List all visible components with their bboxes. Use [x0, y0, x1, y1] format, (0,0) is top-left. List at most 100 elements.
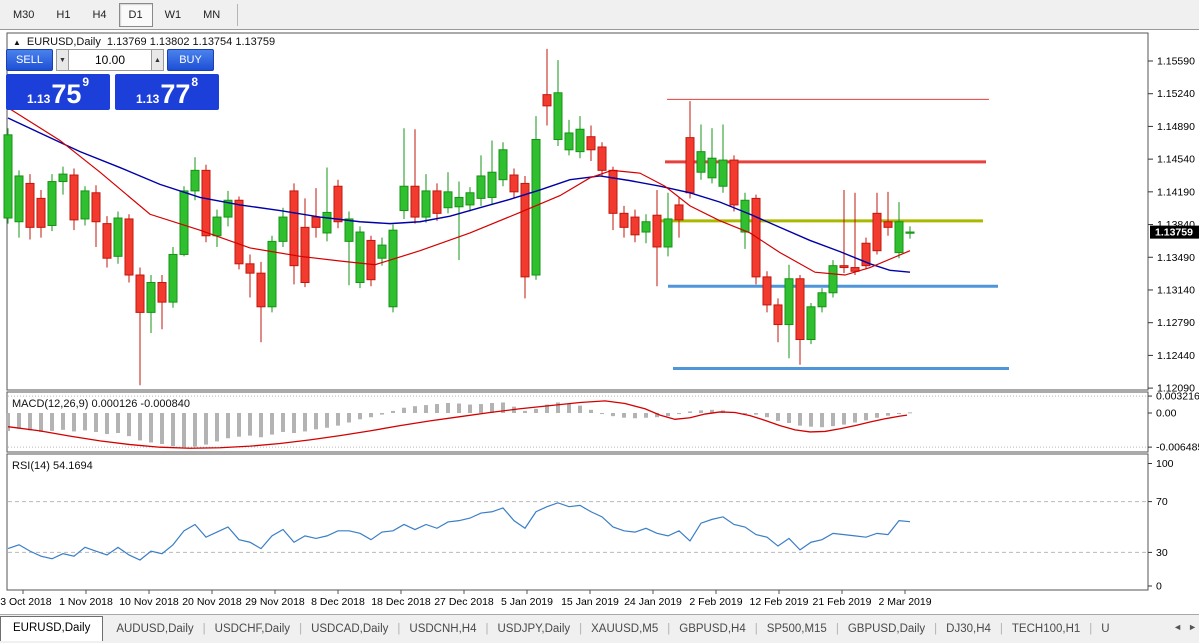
- macd-histogram-bar: [886, 413, 890, 416]
- tab-scroll-left-icon[interactable]: ◄: [1173, 622, 1182, 632]
- volume-decrease-icon[interactable]: ▼: [56, 49, 69, 71]
- buy-button[interactable]: BUY: [167, 49, 214, 71]
- date-axis-label: 23 Oct 2018: [0, 596, 52, 608]
- candle-body: [58, 173, 68, 183]
- tab-sp500[interactable]: SP500,M15: [758, 623, 836, 635]
- tab-tech100[interactable]: TECH100,H1: [1003, 623, 1089, 635]
- macd-histogram-bar: [149, 413, 153, 443]
- macd-histogram-bar: [567, 403, 571, 413]
- macd-axis-label: 0.003216: [1156, 391, 1199, 403]
- tab-usdcnh[interactable]: USDCNH,H4: [400, 623, 485, 635]
- macd-histogram-bar: [248, 413, 252, 436]
- macd-histogram-bar: [72, 413, 76, 432]
- tab-scroll-right-icon[interactable]: ►: [1188, 622, 1197, 632]
- candle-body: [773, 304, 783, 326]
- candle-body: [597, 146, 607, 171]
- candle-body: [355, 231, 365, 283]
- candle-body: [190, 169, 200, 192]
- candle-body: [256, 272, 266, 308]
- trading-platform-window: M30 H1 H4 D1 W1 MN 1.15590 1.15240 1.14890 1.145…: [0, 0, 1199, 643]
- candle-body: [14, 175, 24, 223]
- candle-body: [234, 199, 244, 265]
- candle-body: [102, 223, 112, 259]
- candle-body: [674, 204, 684, 221]
- macd-histogram-bar: [468, 404, 472, 413]
- buy-price-box[interactable]: 1.13 77 8: [115, 74, 219, 110]
- candle-body: [91, 192, 101, 223]
- macd-histogram-bar: [754, 413, 758, 415]
- rsi-axis-label: 70: [1156, 496, 1168, 508]
- candle-body: [377, 244, 387, 259]
- macd-histogram-bar: [600, 413, 604, 415]
- sell-price-big: 75: [51, 79, 82, 109]
- macd-histogram-bar: [413, 406, 417, 413]
- tab-dj30[interactable]: DJ30,H4: [937, 623, 1000, 635]
- candle-body: [740, 199, 750, 233]
- sell-price-box[interactable]: 1.13 75 9: [6, 74, 110, 110]
- macd-histogram-bar: [204, 413, 208, 445]
- macd-histogram-bar: [50, 413, 54, 431]
- candle-body: [399, 185, 409, 212]
- date-axis-label: 27 Dec 2018: [434, 596, 494, 608]
- candle-body: [696, 151, 706, 173]
- macd-histogram-bar: [831, 413, 835, 427]
- candle-body: [564, 132, 574, 151]
- macd-histogram-bar: [314, 413, 318, 430]
- macd-histogram-bar: [94, 413, 98, 432]
- price-axis-label: 1.15240: [1157, 88, 1195, 100]
- tab-partial[interactable]: U: [1092, 623, 1118, 635]
- macd-histogram-bar: [215, 413, 219, 442]
- volume-input[interactable]: [69, 49, 151, 71]
- candle-body: [443, 191, 453, 209]
- candle-body: [685, 137, 695, 194]
- sell-button[interactable]: SELL: [6, 49, 53, 71]
- candle-body: [872, 212, 882, 252]
- candle-body: [630, 216, 640, 236]
- tab-active-symbol[interactable]: EURUSD,Daily: [0, 616, 104, 641]
- tab-gbpusd[interactable]: GBPUSD,Daily: [839, 623, 934, 635]
- candle-body: [806, 306, 816, 341]
- tab-gbpusd[interactable]: GBPUSD,H4: [670, 623, 754, 635]
- candle-body: [553, 92, 563, 141]
- candle-body: [476, 175, 486, 199]
- tab-usdjpy[interactable]: USDJPY,Daily: [488, 623, 579, 635]
- candle-body: [432, 190, 442, 214]
- macd-histogram-bar: [644, 413, 648, 418]
- candle-body: [795, 278, 805, 341]
- date-axis-label: 29 Nov 2018: [245, 596, 305, 608]
- candle-body: [883, 221, 893, 228]
- candle-body: [311, 216, 321, 228]
- candle-body: [25, 182, 35, 228]
- macd-label: MACD(12,26,9) 0.000126 -0.000840: [12, 398, 190, 410]
- candle-body: [729, 159, 739, 206]
- macd-histogram-bar: [39, 413, 43, 432]
- macd-histogram-bar: [116, 413, 120, 433]
- tab-usdchf[interactable]: USDCHF,Daily: [206, 623, 299, 635]
- candle-body: [80, 190, 90, 220]
- candle-body: [619, 212, 629, 228]
- candle-body: [300, 226, 310, 283]
- current-price-label: 1.13759: [1155, 227, 1193, 239]
- tab-audusd[interactable]: AUDUSD,Daily: [107, 623, 202, 635]
- collapse-triangle-icon[interactable]: ▲: [13, 38, 21, 47]
- candle-body: [663, 218, 673, 248]
- date-axis-label: 10 Nov 2018: [119, 596, 179, 608]
- candle-body: [47, 181, 57, 226]
- tab-xauusd[interactable]: XAUUSD,M5: [582, 623, 667, 635]
- volume-stepper: ▼ ▲: [56, 49, 164, 71]
- macd-histogram-bar: [105, 413, 109, 435]
- date-axis-label: 12 Feb 2019: [750, 596, 809, 608]
- macd-histogram-bar: [402, 407, 406, 413]
- candle-body: [542, 94, 552, 107]
- date-axis-label: 18 Dec 2018: [371, 596, 431, 608]
- macd-histogram-bar: [138, 413, 142, 441]
- volume-increase-icon[interactable]: ▲: [151, 49, 164, 71]
- tab-usdcad[interactable]: USDCAD,Daily: [302, 623, 397, 635]
- candle-body: [135, 274, 145, 313]
- macd-histogram-bar: [897, 413, 901, 414]
- candle-body: [212, 216, 222, 237]
- macd-histogram-bar: [303, 413, 307, 432]
- symbol-tabbar: EURUSD,Daily AUDUSD,Daily | USDCHF,Daily | U…: [0, 614, 1199, 643]
- macd-histogram-bar: [633, 413, 637, 419]
- candle-body: [410, 185, 420, 218]
